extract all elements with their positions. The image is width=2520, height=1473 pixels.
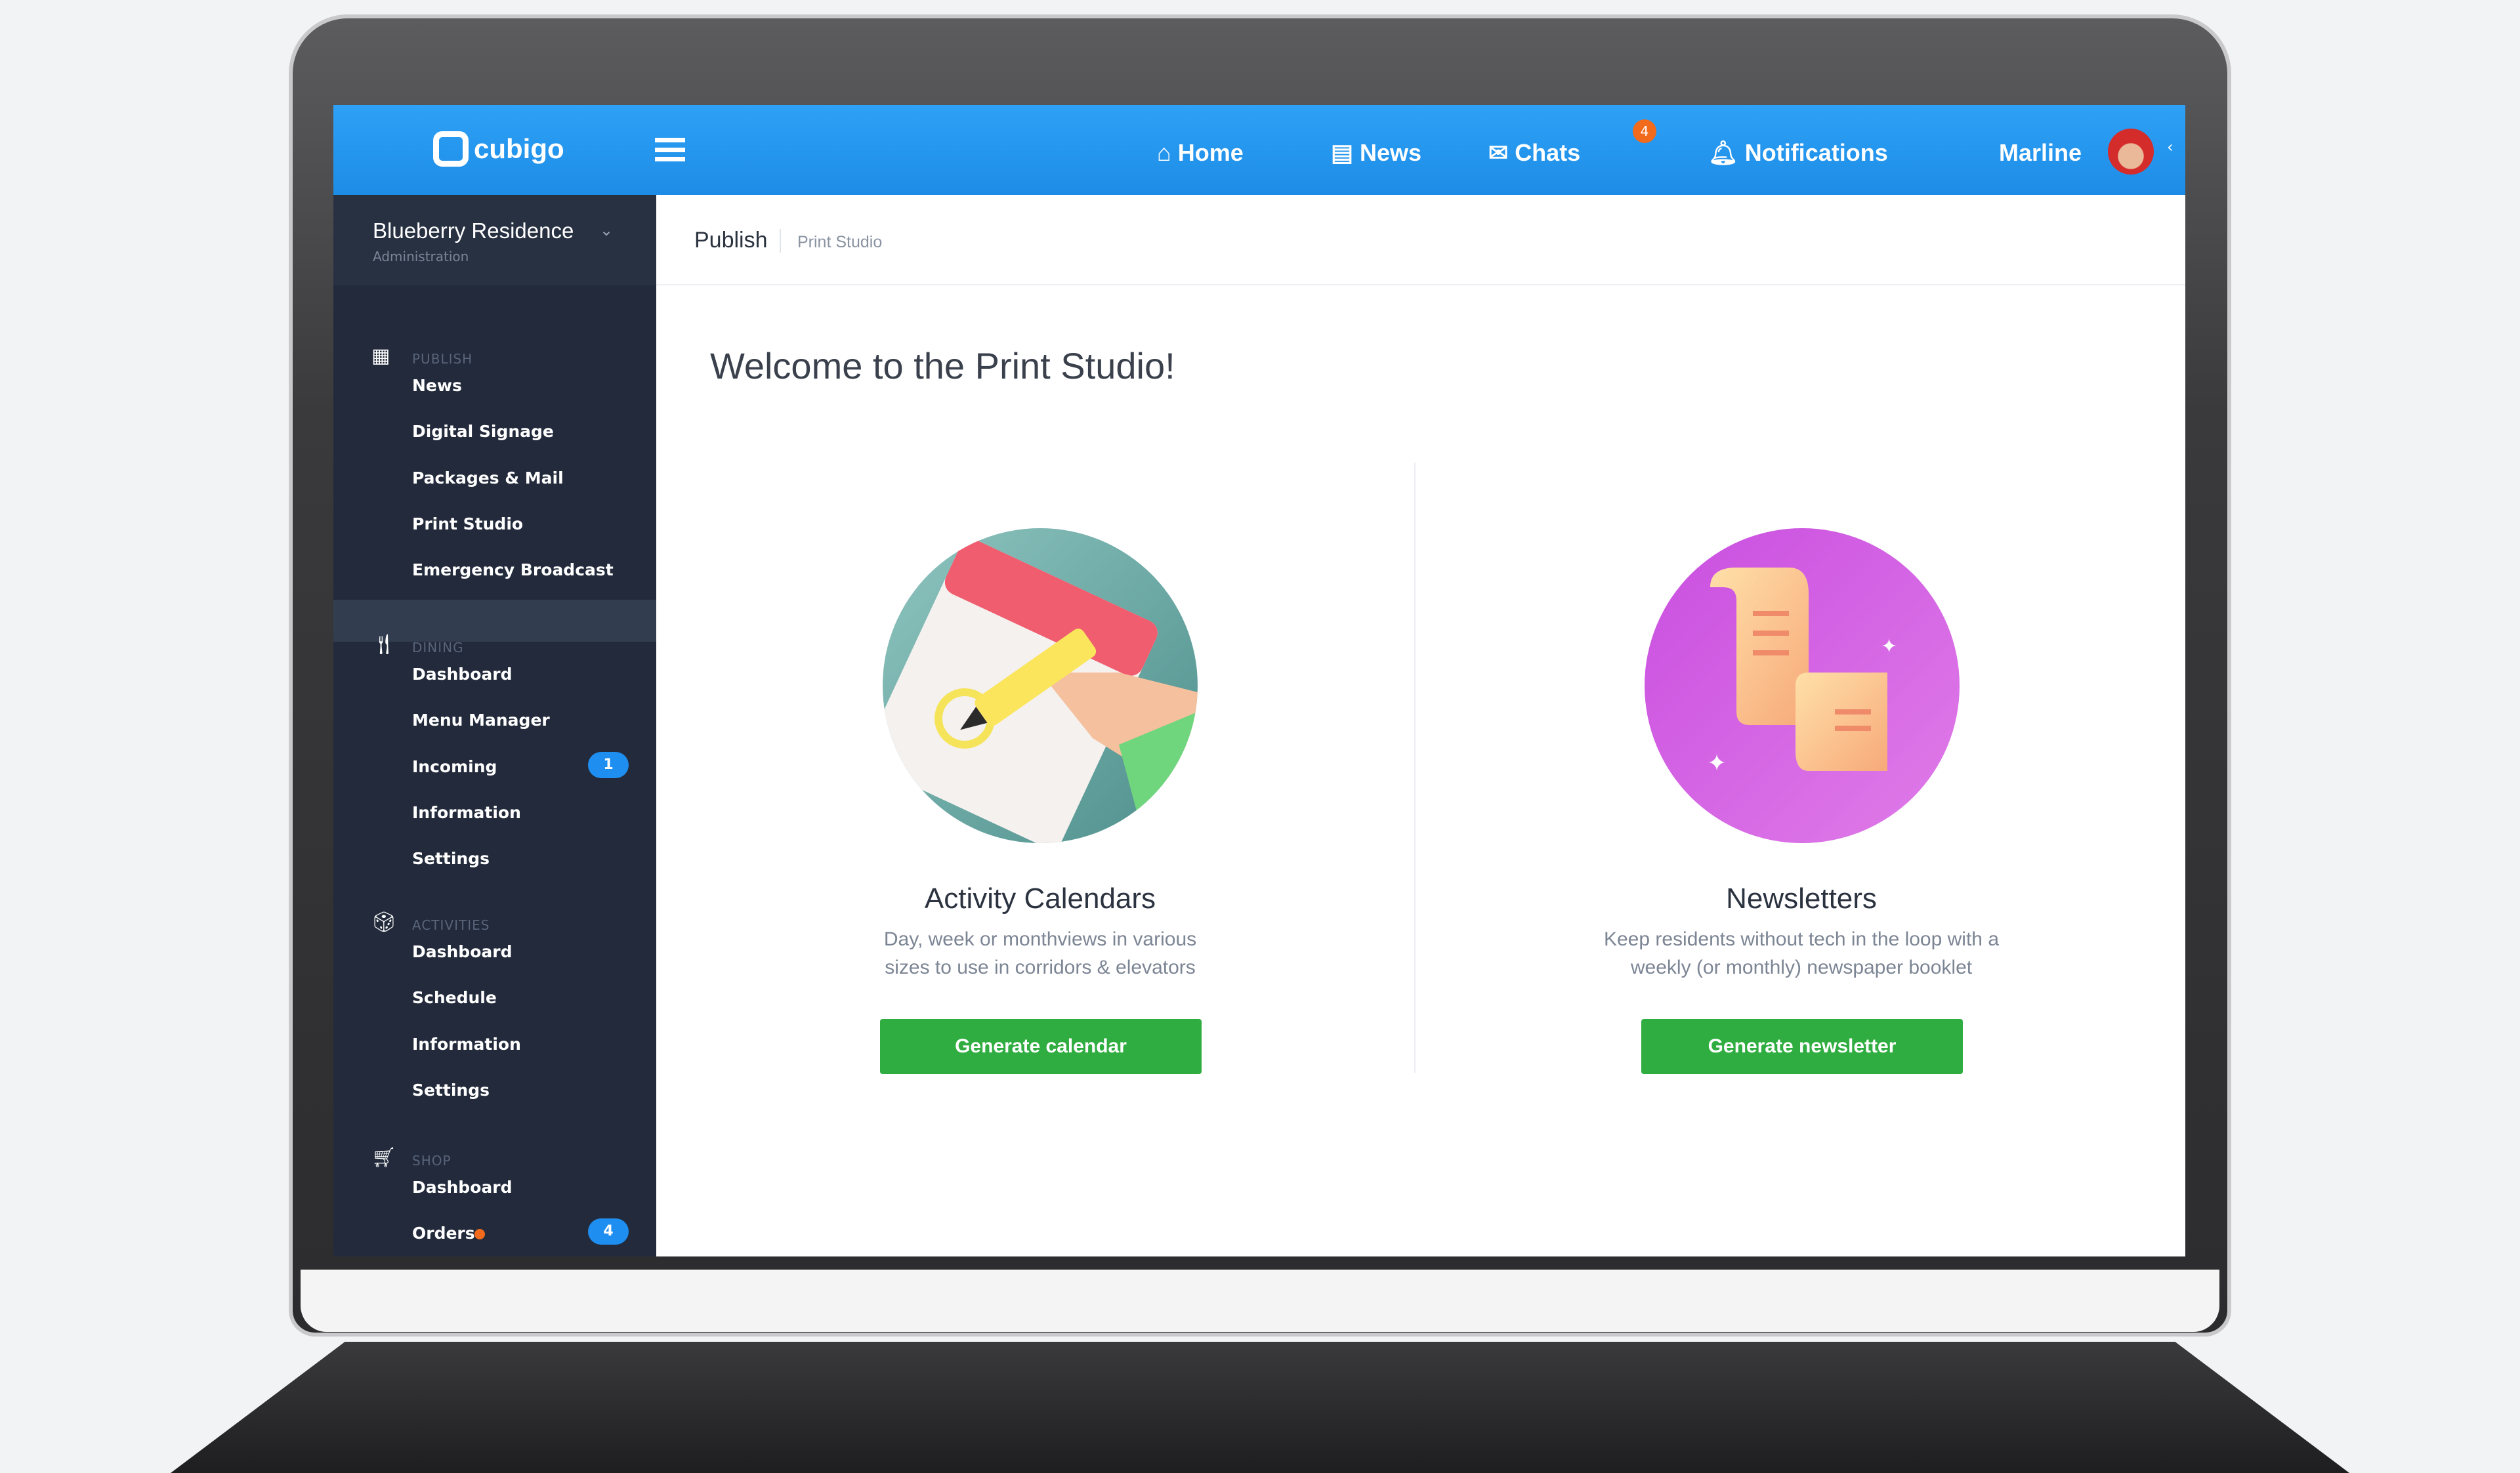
hamburger-menu-icon[interactable] [655,138,685,161]
card-description: Keep residents without tech in the loop … [1603,928,2000,950]
sidebar: Blueberry Residence Administration ⌄ ▦ PU… [333,195,656,1256]
sidebar-item-digital-signage[interactable]: Digital Signage [412,422,554,441]
breadcrumb-current: Print Studio [797,233,883,251]
breadcrumb: Publish Print Studio [656,195,2185,285]
fork-knife-icon: 🍴︎ [371,633,397,656]
sidebar-item-news[interactable]: News [412,376,462,395]
generate-calendar-button[interactable]: Generate calendar [880,1019,1202,1074]
sidebar-item-information[interactable]: Information [412,803,521,822]
sidebar-section-title: PUBLISH [412,351,473,367]
home-icon: ⌂ [1157,139,1171,166]
sidebar-item-settings[interactable]: Settings [412,1081,490,1100]
sidebar-section-title: SHOP [412,1153,452,1169]
logo-icon [433,131,469,167]
avatar[interactable] [2108,129,2154,175]
nav-news[interactable]: ▤ News [1331,139,1421,167]
sidebar-item-information[interactable]: Information [412,1035,521,1054]
card-title: Activity Calendars [924,882,1156,915]
sidebar-item-dashboard[interactable]: Dashboard [412,665,512,684]
top-bar: cubigo ⌂ Home ▤ News ✉ Chats 4 🔔︎ Notifi… [333,105,2185,195]
sidebar-item-orders[interactable]: Orders [412,1224,475,1243]
nav-chats[interactable]: ✉ Chats [1488,139,1580,167]
chevron-left-icon[interactable]: ‹ [2167,138,2174,156]
nav-notifications[interactable]: 🔔︎ Notifications [1708,139,1888,167]
orders-badge: 4 [588,1218,629,1245]
app-screen: cubigo ⌂ Home ▤ News ✉ Chats 4 🔔︎ Notifi… [333,105,2185,1256]
laptop-keyboard [171,1342,2349,1473]
cart-icon: 🛒︎ [371,1146,397,1169]
sidebar-item-menu-manager[interactable]: Menu Manager [412,711,550,730]
page-title: Welcome to the Print Studio! [710,345,1175,386]
newsletter-illustration: ✦ ✦ [1645,528,1960,846]
card-title: Newsletters [1726,882,1877,915]
sidebar-item-dashboard[interactable]: Dashboard [412,942,512,961]
breadcrumb-divider [780,229,781,253]
sidebar-section-title: ACTIVITIES [412,917,490,933]
chats-badge: 4 [1633,119,1656,143]
bell-icon: 🔔︎ [1708,139,1738,166]
activities-icon: 🎲︎ [371,911,397,934]
card-divider [1414,463,1416,1073]
incoming-badge: 1 [588,751,629,778]
sidebar-item-settings[interactable]: Settings [412,849,490,868]
logo[interactable]: cubigo [433,131,564,167]
sidebar-item-print-studio[interactable]: Print Studio [412,514,523,533]
card-description: weekly (or monthly) newspaper booklet [1630,957,1973,978]
sidebar-item-schedule[interactable]: Schedule [412,988,497,1007]
envelope-icon: ✉ [1488,139,1509,166]
laptop-chin [301,1270,2219,1332]
generate-newsletter-button[interactable]: Generate newsletter [1641,1019,1963,1074]
orders-alert-dot [474,1229,485,1240]
user-name[interactable]: Marline [1999,139,2082,167]
sidebar-item-dashboard[interactable]: Dashboard [412,1178,512,1197]
newspaper-icon: ▤ [1331,139,1354,166]
sidebar-item-packages-mail[interactable]: Packages & Mail [412,468,564,488]
residence-selector[interactable]: Blueberry Residence Administration ⌄ [333,195,656,285]
newspaper-icon: ▦ [371,344,390,367]
sidebar-section-title: DINING [412,640,464,655]
card-description: Day, week or monthviews in various [883,928,1197,950]
svg-text:✦: ✦ [1881,635,1897,658]
sidebar-item-incoming[interactable]: Incoming [412,757,497,776]
sidebar-item-emergency-broadcast[interactable]: Emergency Broadcast [412,560,614,579]
calendar-illustration [883,528,1198,846]
svg-text:✦: ✦ [1707,750,1727,777]
card-description: sizes to use in corridors & elevators [885,957,1196,978]
nav-home[interactable]: ⌂ Home [1157,139,1244,167]
breadcrumb-publish[interactable]: Publish [694,228,768,253]
chevron-down-icon: ⌄ [600,221,614,239]
